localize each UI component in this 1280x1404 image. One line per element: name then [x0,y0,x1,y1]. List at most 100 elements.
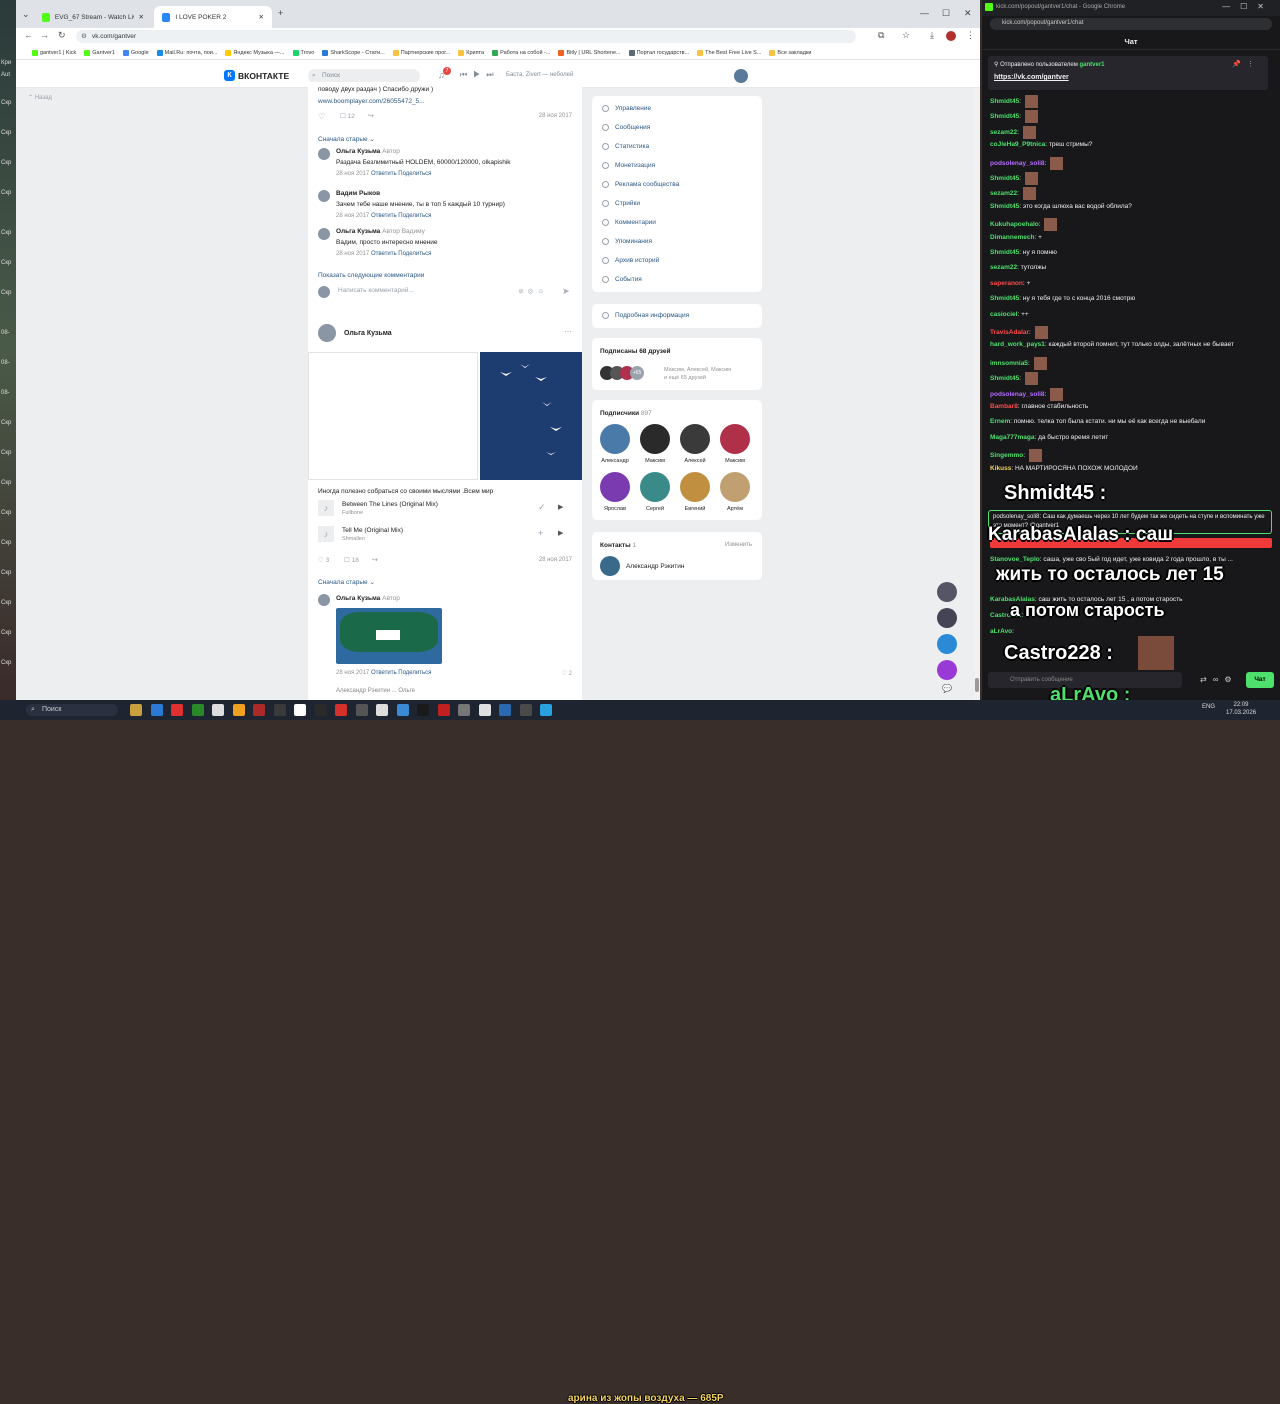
contact-avatar[interactable] [600,556,620,576]
desktop-label[interactable]: Кри [1,60,11,66]
chat-username[interactable]: Bambar8 [990,403,1018,410]
pin-controls[interactable]: 📌⋮ [1232,60,1260,68]
bookmark-item[interactable]: Mail.Ru: почта, пои... [156,49,217,56]
chat-message[interactable]: Shmidt45: ну я тебя где то с конца 2016 … [990,295,1272,302]
forward-icon[interactable]: → [40,30,49,40]
edit-contacts-link[interactable]: Изменить [725,542,752,548]
track-title[interactable]: Between The Lines (Original Mix) [342,501,438,508]
chat-message[interactable]: casiociel: ++ [990,311,1272,318]
chat-message[interactable]: Maga777maga: да быстро время летит [990,434,1272,441]
follower-name[interactable]: Александр [595,458,635,464]
app-icon[interactable] [478,704,491,716]
desktop-label[interactable]: Скр [1,160,11,166]
app-icon[interactable] [519,704,532,716]
desktop-label[interactable]: Скр [1,190,11,196]
menu-item[interactable]: Реклама сообщества [602,181,679,188]
site-info-icon[interactable]: ⚙ [81,30,87,43]
follower-name[interactable]: Максим [715,458,755,464]
close-icon[interactable]: ✕ [139,13,144,21]
commenter-avatar[interactable] [318,190,330,202]
chat-username[interactable]: Maga777maga [990,434,1034,441]
follower-name[interactable]: Евгений [675,506,715,512]
chat-username[interactable]: Stanovoe_Teplo [990,556,1040,563]
weather-icon[interactable] [130,704,142,716]
chat-message[interactable]: Shmidt45: [990,95,1272,108]
new-tab-button[interactable]: + [278,8,283,18]
desktop-label[interactable]: Скр [1,130,11,136]
chat-message[interactable]: TravisAdalar: [990,326,1272,339]
profile-avatar[interactable] [946,31,956,41]
close-icon[interactable]: ✕ [259,13,264,21]
chat-username[interactable]: Shmidt45 [990,98,1019,105]
menu-item[interactable]: Управление [602,105,651,112]
vk-search-input[interactable]: ⌕ Поиск [308,69,420,83]
reply-link[interactable]: Ответить [371,171,397,177]
chat-message[interactable]: aLrAvo: [990,628,1272,635]
follower-avatar[interactable] [640,424,670,454]
share-link[interactable]: Поделиться [398,670,431,676]
menu-item[interactable]: Комментарии [602,219,656,226]
chat-avatar[interactable] [937,660,957,680]
desktop-label[interactable]: Скр [1,420,11,426]
chat-username[interactable]: Shmidt45 [990,203,1019,210]
now-playing[interactable]: Баста, Zivert — неболей [506,72,573,78]
chat-address-bar[interactable]: kick.com/popout/gantver1/chat [990,18,1272,30]
play-icon[interactable]: ▶ [558,503,563,511]
menu-item[interactable]: Упоминания [602,238,652,245]
bookmark-item[interactable]: Google [122,49,149,56]
sort-toggle[interactable]: Сначала старые ⌄ [318,135,375,143]
check-icon[interactable]: ✓ [538,502,546,513]
desktop-label[interactable]: Скр [1,570,11,576]
app-icon[interactable] [314,704,327,716]
plus-icon[interactable]: + [538,528,543,538]
steam-icon[interactable] [499,704,511,716]
comments-count[interactable]: ☐ 12 [340,112,355,120]
chat-username[interactable]: Shmidt45 [990,114,1019,121]
download-icon[interactable]: ⤓ [930,30,934,41]
app-icon[interactable] [355,704,368,716]
desktop-label[interactable]: Скр [1,260,11,266]
chat-icon[interactable]: 💬 [942,684,952,693]
comment-author[interactable]: Ольга Кузьма [336,228,380,235]
comment-author[interactable]: Ольга Кузьма [336,148,380,155]
address-bar[interactable]: ⚙ vk.com/gantver [76,30,856,43]
share-link[interactable]: Поделиться [398,171,431,177]
store-icon[interactable] [191,704,204,716]
chat-message[interactable]: sezam22: тутолжы [990,264,1272,271]
chat-username[interactable]: sezam22 [990,129,1017,136]
desktop-label[interactable]: Скр [1,660,11,666]
follower-avatar[interactable] [720,472,750,502]
chat-username[interactable]: Ernem [990,418,1010,425]
chat-message[interactable]: imnsomnia5: [990,356,1272,370]
post2-likes[interactable]: ♡ 3 [318,556,329,564]
back-icon[interactable]: ← [24,30,33,40]
desktop-label[interactable]: Скр [1,290,11,296]
send-icon[interactable]: ➤ [562,286,570,297]
chat-message[interactable]: podsolenay_soli8: [990,156,1272,170]
clock[interactable]: 22:09 17.03.2026 [1226,701,1256,717]
chat-username[interactable]: casiociel [990,311,1017,318]
chat-message[interactable]: Shmidt45: ну я помню [990,249,1272,256]
reply-link[interactable]: Ответить [371,670,397,676]
desktop-label[interactable]: 08- [1,330,10,336]
app-icon[interactable] [396,704,409,716]
chat-avatar[interactable] [937,608,957,628]
bookmark-item[interactable]: The Best Free Live S... [697,49,761,56]
tab-search-icon[interactable]: ⌄ [22,9,30,20]
chat-username[interactable]: Singemmo [990,452,1023,459]
music-note-icon[interactable]: ♪ [318,500,334,516]
bookmark-item[interactable]: Работа на собой -... [492,49,550,56]
chat-send-button[interactable]: Чат [1246,672,1274,688]
menu-item[interactable]: Архив историй [602,257,659,264]
desktop-label[interactable]: Скр [1,450,11,456]
followers-title[interactable]: Подписчики 897 [600,410,652,417]
comment-likes[interactable]: ♡ 2 [562,670,572,677]
sort-toggle[interactable]: Сначала старые ⌄ [318,578,375,586]
comment-author[interactable]: Ольга Кузьма [336,595,380,602]
follower-name[interactable]: Максим [635,458,675,464]
chat-message[interactable]: hard_work_pays1: каждый второй помнит, т… [990,341,1272,348]
track-title[interactable]: Tell Me (Original Mix) [342,527,403,534]
app-icon[interactable] [335,704,347,716]
tab-vk[interactable]: I LOVE POKER 2 ✕ [154,6,272,28]
friends-avatars[interactable]: +65 [600,366,644,380]
